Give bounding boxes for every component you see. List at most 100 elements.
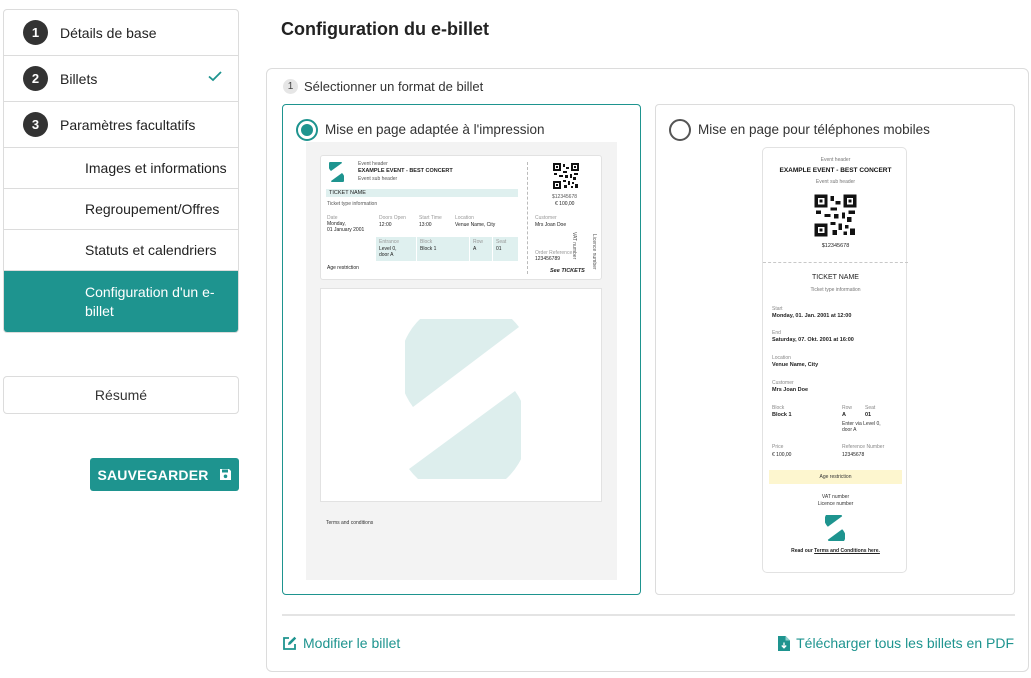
- terms-conditions: Terms and conditions: [326, 520, 374, 526]
- start-value: 13:00: [419, 222, 432, 228]
- summary-button[interactable]: Résumé: [3, 376, 239, 414]
- terms-line: Read our Terms and Conditions here.: [763, 548, 908, 554]
- subitem-eticket-config[interactable]: Configuration d'un e-billet: [4, 271, 238, 332]
- step-label: Billets: [60, 70, 98, 87]
- age-restriction: Age restriction: [819, 474, 852, 480]
- edit-ticket-label: Modifier le billet: [303, 635, 401, 651]
- print-layout-option[interactable]: Mise en page adaptée à l'impression Even…: [282, 104, 641, 595]
- subitem-images-info[interactable]: Images et informations: [4, 148, 238, 189]
- format-step-label: 1 Sélectionner un format de billet: [283, 79, 483, 94]
- licence-number: Licence number: [817, 501, 854, 507]
- divider: [282, 614, 1015, 616]
- seat-value: 01: [496, 246, 502, 252]
- mobile-ticket-preview: Event header EXAMPLE EVENT - BEST CONCER…: [762, 147, 908, 573]
- doors-label: Doors Open: [379, 215, 406, 221]
- block-label: Block: [420, 239, 433, 245]
- seat-label: Seat: [496, 239, 507, 245]
- age-restriction: Age restriction: [327, 265, 359, 271]
- step-label: Paramètres facultatifs: [60, 116, 196, 133]
- page-title: Configuration du e-billet: [281, 19, 489, 39]
- download-pdf-label: Télécharger tous les billets en PDF: [796, 635, 1014, 651]
- row-value: A: [842, 412, 846, 418]
- event-subheader: Event sub header: [815, 179, 856, 185]
- subitem-grouping-offers[interactable]: Regroupement/Offres: [4, 189, 238, 230]
- event-header: Event header: [358, 161, 388, 167]
- ticket-name: TICKET NAME: [329, 190, 366, 196]
- pencil-square-icon: [283, 636, 297, 650]
- event-header: Event header: [820, 157, 851, 163]
- ticket-back-page: [320, 288, 602, 502]
- customer-value: Mrs Joan Doe: [535, 222, 567, 228]
- doors-value: 12:00: [379, 222, 392, 228]
- ref-value: 12345678: [842, 452, 865, 458]
- event-subheader: Event sub header: [358, 176, 398, 182]
- check-icon: [208, 71, 222, 82]
- step-basic-details[interactable]: 1 Détails de base: [4, 10, 238, 56]
- mobile-layout-radio[interactable]: [669, 119, 691, 141]
- block-value: Block 1: [772, 412, 792, 418]
- perforation: [527, 162, 528, 274]
- ticket-type: Ticket type information: [810, 287, 861, 293]
- qr-code-icon: [552, 162, 580, 190]
- brand-watermark-icon: [405, 319, 521, 479]
- download-pdf-link[interactable]: Télécharger tous les billets en PDF: [778, 635, 1014, 651]
- block-label: Block: [772, 405, 785, 411]
- event-title: EXAMPLE EVENT - BEST CONCERT: [358, 168, 453, 174]
- row-label: Row: [842, 405, 853, 411]
- print-layout-radio[interactable]: [296, 119, 318, 141]
- start-value: Monday, 01. Jan. 2001 at 12:00: [772, 313, 852, 319]
- entrance-label: Entrance: [379, 239, 400, 245]
- step-optional-settings[interactable]: 3 Paramètres facultatifs: [4, 102, 238, 148]
- price-label: Price: [772, 444, 784, 450]
- end-value: Saturday, 07. Okt. 2001 at 16:00: [772, 337, 854, 343]
- order-value: 123456789: [535, 256, 561, 262]
- edit-ticket-link[interactable]: Modifier le billet: [282, 635, 400, 651]
- licence-number: Licence number: [591, 234, 597, 270]
- entrance-value-2: door A: [379, 252, 394, 258]
- location-value: Venue Name, City: [772, 362, 819, 368]
- print-layout-label: Mise en page adaptée à l'impression: [325, 122, 545, 137]
- ticket-price: € 100,00: [555, 201, 575, 207]
- subitem-statuses-calendars[interactable]: Statuts et calendriers: [4, 230, 238, 271]
- ref-label: Reference Number: [842, 444, 885, 450]
- step-number: 2: [23, 66, 48, 91]
- row-label: Row: [473, 239, 484, 245]
- seat-value: 01: [865, 412, 872, 418]
- floppy-disk-icon: [219, 469, 231, 480]
- step-number: 3: [23, 112, 48, 137]
- print-ticket-preview: Event header EXAMPLE EVENT - BEST CONCER…: [306, 142, 617, 580]
- brand-name: See TICKETS: [550, 268, 585, 274]
- qr-code-icon: [813, 193, 858, 238]
- entrance-value-2: door A: [842, 427, 857, 433]
- location-label: Location: [455, 215, 474, 221]
- step-text: Sélectionner un format de billet: [304, 79, 484, 94]
- save-label: SAUVEGARDER: [97, 466, 209, 483]
- save-button[interactable]: SAUVEGARDER: [90, 458, 239, 491]
- event-title: EXAMPLE EVENT - BEST CONCERT: [779, 167, 892, 174]
- end-label: End: [772, 330, 781, 336]
- ticket-code: $12345678: [821, 243, 850, 249]
- start-label: Start: [772, 306, 783, 312]
- seat-label: Seat: [865, 405, 876, 411]
- step-number: 1: [23, 20, 48, 45]
- ticket-type: Ticket type information: [327, 201, 378, 207]
- print-ticket: Event header EXAMPLE EVENT - BEST CONCER…: [320, 155, 602, 280]
- ticket-code: $12345678: [552, 194, 578, 200]
- step-navigation: 1 Détails de base 2 Billets 3 Paramètres…: [3, 9, 239, 333]
- mobile-layout-option[interactable]: Mise en page pour téléphones mobiles Eve…: [655, 104, 1015, 595]
- vat-number: VAT number: [821, 494, 850, 500]
- terms-link[interactable]: Terms and Conditions here.: [814, 548, 880, 554]
- location-label: Location: [772, 355, 791, 361]
- brand-logo-icon: [825, 515, 845, 541]
- row-value: A: [473, 246, 477, 252]
- ticket-name: TICKET NAME: [812, 274, 859, 281]
- location-value: Venue Name, City: [455, 222, 496, 228]
- step-number: 1: [283, 79, 298, 94]
- date-value-2: 01 January 2001: [327, 227, 365, 233]
- customer-value: Mrs Joan Doe: [772, 387, 809, 393]
- step-tickets[interactable]: 2 Billets: [4, 56, 238, 102]
- customer-label: Customer: [772, 380, 794, 386]
- perforation: [763, 262, 908, 263]
- file-download-icon: [778, 635, 791, 651]
- start-label: Start Time: [419, 215, 442, 221]
